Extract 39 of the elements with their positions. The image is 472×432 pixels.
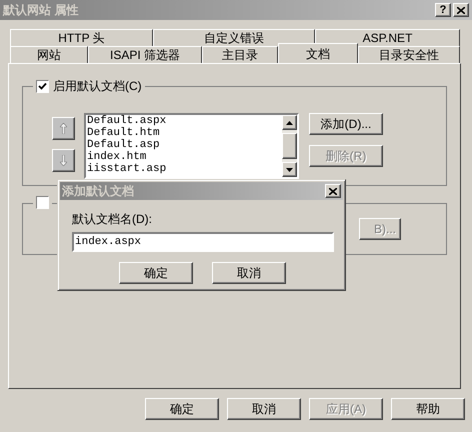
list-item[interactable]: Default.aspx [87, 115, 282, 127]
field-label: 默认文档名(D): [72, 211, 153, 228]
add-button[interactable]: 添加(D)... [309, 113, 383, 135]
list-item[interactable]: Default.htm [87, 127, 282, 139]
up-arrow-icon [60, 123, 67, 134]
scrollbar[interactable] [282, 115, 297, 177]
tab[interactable]: ASP.NET [315, 29, 460, 46]
help-button[interactable]: ? [435, 3, 451, 17]
dialog-button[interactable]: 取消 [212, 262, 286, 284]
checkbox[interactable] [36, 196, 49, 209]
dialog-button[interactable]: 确定 [145, 398, 219, 420]
tab[interactable]: HTTP 头 [10, 29, 153, 46]
tab[interactable]: 主目录 [202, 46, 278, 63]
dialog-button[interactable]: 取消 [227, 398, 301, 420]
list-item[interactable]: index.htm [87, 151, 282, 163]
tab[interactable]: 文档 [278, 43, 358, 63]
down-arrow-icon [60, 155, 67, 166]
move-down-button[interactable] [52, 149, 75, 172]
scroll-down-icon[interactable] [282, 162, 297, 177]
window-title: 默认网站 属性 [3, 2, 80, 19]
tab[interactable]: ISAPI 筛选器 [88, 46, 202, 63]
tab[interactable]: 自定义错误 [153, 29, 315, 46]
close-button[interactable] [453, 3, 469, 17]
close-button[interactable] [325, 184, 341, 198]
dialog-title: 添加默认文档 [62, 183, 135, 200]
scroll-thumb[interactable] [282, 133, 297, 159]
dialog-button[interactable]: 确定 [119, 262, 193, 284]
input-field[interactable]: index.aspx [72, 232, 334, 252]
list-item[interactable]: Default.asp [87, 139, 282, 151]
close-icon [329, 188, 337, 194]
scroll-up-icon[interactable] [282, 115, 297, 130]
move-up-button[interactable] [52, 117, 75, 140]
close-icon [457, 6, 465, 14]
tab[interactable]: 目录安全性 [358, 46, 460, 63]
tab[interactable]: 网站 [10, 46, 88, 63]
dialog-button[interactable]: 帮助 [391, 398, 465, 420]
checkbox-label: 启用默认文档(C) [53, 78, 142, 94]
checkbox[interactable] [36, 80, 49, 92]
list-item[interactable]: iisstart.asp [87, 163, 282, 175]
